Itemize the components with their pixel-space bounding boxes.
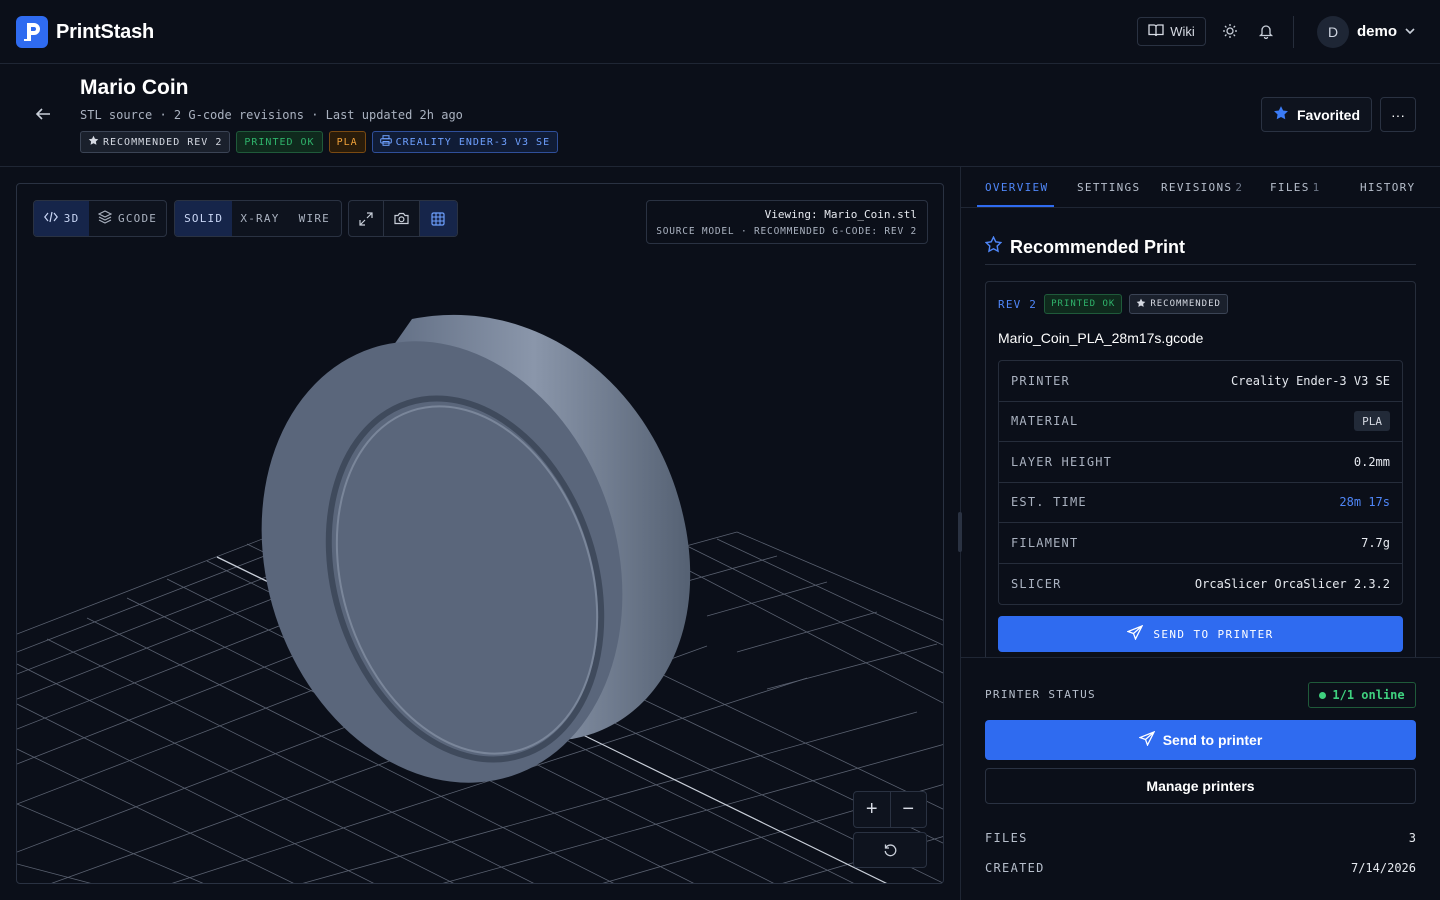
grid-icon[interactable] — [419, 201, 457, 236]
printer-badge[interactable]: CREALITY ENDER-3 V3 SE — [371, 131, 559, 153]
gcode-filename: Mario_Coin_PLA_28m17s.gcode — [998, 330, 1204, 346]
printed-badge: PRINTED OK — [1044, 294, 1123, 314]
meta-files: FILES 3 — [985, 831, 1416, 845]
status-dot-icon — [1319, 691, 1327, 699]
expand-icon[interactable] — [349, 201, 385, 236]
zoom-out-button[interactable]: − — [891, 792, 927, 827]
send-recommended-button[interactable]: SEND TO PRINTER — [998, 616, 1403, 652]
logo-icon — [16, 16, 48, 48]
viewing-file: Viewing: Mario_Coin.stl — [764, 208, 917, 221]
3d-scene[interactable] — [17, 184, 944, 884]
wiki-button[interactable]: Wiki — [1137, 17, 1206, 46]
camera-icon[interactable] — [384, 201, 420, 236]
model-viewer[interactable]: 3D GCODE SOLID X-RAY WIRE Viewing: Mario… — [16, 183, 944, 884]
zoom-in-button[interactable]: + — [854, 792, 891, 827]
star-icon — [984, 235, 1003, 258]
printed-badge: PRINTED OK — [236, 131, 323, 153]
star-icon — [1273, 105, 1289, 124]
more-icon[interactable]: ··· — [1380, 97, 1416, 132]
printer-icon — [379, 135, 392, 149]
back-arrow-icon[interactable] — [34, 105, 52, 128]
revision-label[interactable]: REV 2 — [998, 298, 1037, 311]
tab-files[interactable]: FILES 1 — [1270, 181, 1321, 194]
manage-printers-button[interactable]: Manage printers — [985, 768, 1416, 804]
spec-row-time: EST. TIME 28m 17s — [999, 483, 1402, 523]
page-subtitle: STL source · 2 G-code revisions · Last u… — [80, 108, 463, 122]
spec-row-printer: PRINTER Creality Ender-3 V3 SE — [999, 361, 1402, 402]
detail-tabs: OVERVIEW SETTINGS REVISIONS 2 FILES 1 HIST… — [961, 167, 1440, 208]
send-icon — [1137, 730, 1156, 749]
send-to-printer-button[interactable]: Send to printer — [985, 720, 1416, 760]
render-mode-toggle: SOLID X-RAY WIRE — [174, 200, 342, 237]
spec-row-material: MATERIAL PLA — [999, 402, 1402, 442]
online-badge: 1/1 online — [1308, 682, 1416, 708]
recommended-heading: Recommended Print — [984, 235, 1185, 258]
tab-revisions[interactable]: REVISIONS 2 — [1161, 181, 1243, 194]
star-icon — [1136, 298, 1146, 311]
printer-status-label: PRINTER STATUS — [985, 688, 1096, 701]
viewing-info: Viewing: Mario_Coin.stl SOURCE MODEL · R… — [646, 200, 928, 244]
spec-row-filament: FILAMENT 7.7g — [999, 523, 1402, 564]
favorite-button[interactable]: Favorited — [1261, 97, 1372, 132]
recommended-badge: RECOMMENDED — [1129, 294, 1228, 314]
viewing-source: SOURCE MODEL · RECOMMENDED G-CODE: REV 2 — [656, 226, 917, 237]
view-mode-toggle: 3D GCODE — [33, 200, 167, 237]
printer-status-section: PRINTER STATUS 1/1 online Send to printe… — [961, 657, 1440, 900]
book-icon — [1148, 23, 1164, 40]
recommended-card: REV 2 PRINTED OK RECOMMENDED Mario_Coin_… — [985, 281, 1416, 661]
spec-row-slicer: SLICER OrcaSlicer OrcaSlicer 2.3.2 — [1011, 576, 1390, 591]
app-name: PrintStash — [56, 20, 155, 43]
chevron-down-icon[interactable] — [1403, 24, 1417, 43]
material-badge: PLA — [328, 131, 366, 153]
code-icon — [43, 211, 58, 226]
resize-handle[interactable] — [958, 512, 962, 552]
sun-icon[interactable] — [1219, 20, 1241, 42]
render-wire[interactable]: WIRE — [288, 201, 341, 236]
divider — [1293, 16, 1294, 48]
view-mode-gcode[interactable]: GCODE — [89, 201, 166, 236]
tab-overview[interactable]: OVERVIEW — [985, 181, 1048, 194]
top-bar: PrintStash Wiki D demo — [0, 0, 1440, 64]
user-name[interactable]: demo — [1357, 23, 1397, 40]
bell-icon[interactable] — [1255, 20, 1277, 42]
viewer-tools — [348, 200, 458, 237]
avatar[interactable]: D — [1317, 16, 1349, 48]
star-icon — [88, 135, 99, 149]
spec-row-layer-height: LAYER HEIGHT 0.2mm — [999, 442, 1402, 483]
tab-settings[interactable]: SETTINGS — [1077, 181, 1140, 194]
spec-table: PRINTER Creality Ender-3 V3 SE MATERIAL … — [998, 360, 1403, 605]
divider — [985, 264, 1416, 265]
reset-icon[interactable] — [853, 832, 927, 868]
page-header: Mario Coin STL source · 2 G-code revisio… — [0, 64, 1440, 167]
zoom-controls: + − — [853, 791, 927, 828]
page-title: Mario Coin — [80, 76, 189, 99]
tab-history[interactable]: HISTORY — [1360, 181, 1415, 194]
recommended-badge: RECOMMENDED REV 2 — [80, 131, 231, 153]
meta-created: CREATED 7/14/2026 — [985, 861, 1416, 875]
render-solid[interactable]: SOLID — [175, 201, 233, 236]
view-mode-3d[interactable]: 3D — [34, 201, 90, 236]
render-xray[interactable]: X-RAY — [232, 201, 287, 236]
wiki-label: Wiki — [1170, 24, 1195, 39]
send-icon — [1126, 624, 1144, 643]
layers-icon — [97, 210, 113, 227]
active-tab-indicator — [977, 205, 1054, 207]
brand[interactable]: PrintStash — [16, 16, 154, 48]
material-tag: PLA — [1354, 411, 1390, 432]
